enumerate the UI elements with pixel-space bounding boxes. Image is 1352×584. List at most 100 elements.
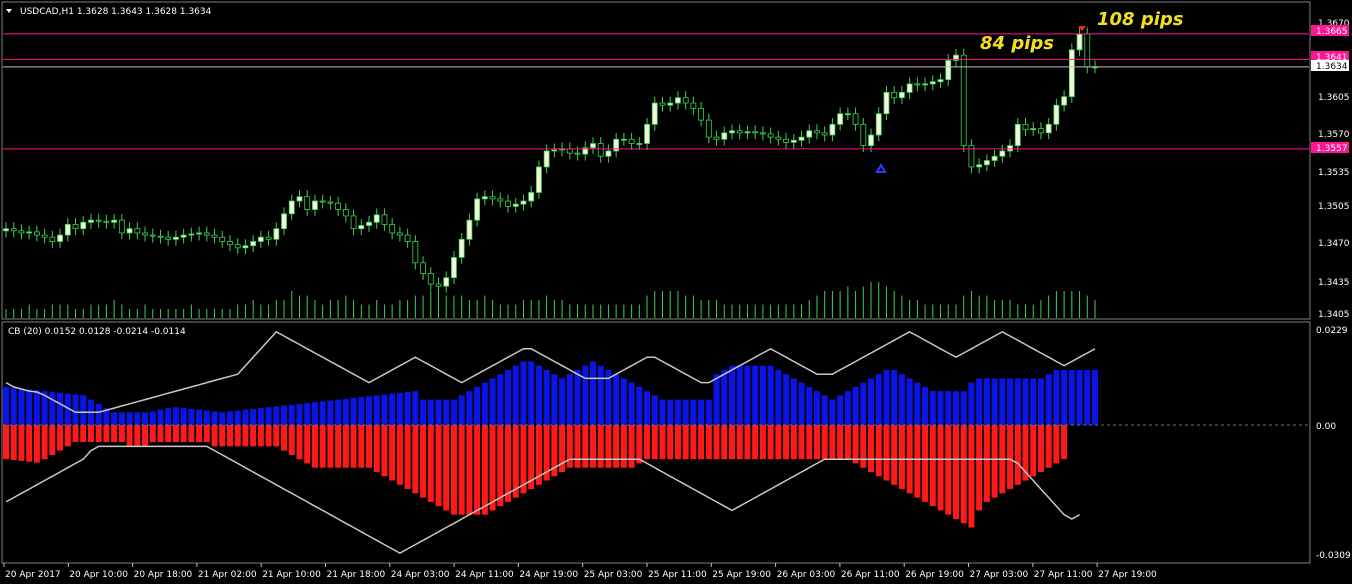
candle-body <box>234 244 241 249</box>
upper-hist-bar <box>659 399 666 425</box>
upper-hist-bar <box>304 402 311 425</box>
candle-body <box>922 83 928 86</box>
lower-hist-bar <box>674 425 681 460</box>
lower-hist-bar <box>806 425 813 460</box>
upper-hist-bar <box>3 386 9 425</box>
candle-body <box>489 196 496 200</box>
candle-body <box>899 92 905 99</box>
price-tick: 1.3605 <box>1318 93 1350 103</box>
upper-hist-bar <box>118 412 125 425</box>
candle-body <box>80 221 87 230</box>
upper-hist-bar <box>682 399 689 425</box>
candle-body <box>250 241 257 247</box>
upper-hist-bar <box>922 386 929 425</box>
indicator-panel-title: CB (20) 0.0152 0.0128 -0.0214 -0.0114 <box>8 327 186 337</box>
upper-hist-bar <box>759 365 766 425</box>
upper-hist-bar <box>373 395 380 425</box>
time-tick-label: 24 Apr 19:00 <box>519 570 578 580</box>
lower-hist-bar <box>3 425 9 460</box>
upper-hist-bar <box>489 378 496 425</box>
lower-hist-bar <box>837 425 844 460</box>
indicator-tick: 0.00 <box>1316 422 1336 432</box>
lower-hist-bar <box>350 425 357 468</box>
lower-hist-bar <box>288 425 295 455</box>
upper-hist-bar <box>991 378 998 425</box>
lower-hist-bar <box>721 425 728 460</box>
candle-body <box>474 198 481 221</box>
upper-hist-bar <box>937 391 944 425</box>
lower-hist-bar <box>651 425 658 460</box>
upper-hist-bar <box>983 378 990 425</box>
candle-body <box>744 131 751 134</box>
lower-hist-bar <box>829 425 836 460</box>
lower-hist-bar <box>203 425 210 443</box>
candle-body <box>1068 49 1075 98</box>
collapse-arrow-icon[interactable] <box>6 9 12 13</box>
lower-hist-bar <box>10 425 17 461</box>
candle-body <box>1084 33 1091 68</box>
upper-hist-bar <box>1014 378 1021 425</box>
lower-hist-bar <box>891 425 898 485</box>
upper-hist-bar <box>281 405 288 425</box>
lower-hist-bar <box>180 425 187 443</box>
lower-hist-bar <box>281 425 288 451</box>
candle-body <box>736 130 743 134</box>
lower-hist-bar <box>304 425 311 464</box>
lower-hist-bar <box>505 425 512 502</box>
upper-hist-bar <box>860 382 867 425</box>
lower-hist-bar <box>682 425 689 460</box>
lower-hist-bar <box>976 425 983 511</box>
candle-body <box>188 233 195 236</box>
upper-hist-bar <box>196 409 203 425</box>
lower-hist-bar <box>574 425 581 468</box>
indicator-tick: -0.0309 <box>1316 551 1351 561</box>
candle-body <box>505 200 511 207</box>
lower-hist-bar <box>952 425 959 519</box>
candle-body <box>95 219 102 222</box>
lower-hist-bar <box>868 425 875 472</box>
candle-body <box>273 228 280 240</box>
candle-body <box>852 113 859 125</box>
lower-hist-bar <box>497 425 504 507</box>
upper-hist-bar <box>736 365 743 425</box>
candle-body <box>404 234 411 242</box>
time-tick-label: 27 Apr 03:00 <box>970 570 1029 580</box>
upper-hist-bar <box>420 399 427 425</box>
candle-body <box>698 107 705 121</box>
candle-body <box>775 136 782 140</box>
candle-body <box>868 134 874 147</box>
price-tick: 1.3505 <box>1318 202 1350 212</box>
lower-hist-bar <box>628 425 635 468</box>
candle-body <box>3 228 9 232</box>
lower-hist-bar <box>257 425 264 447</box>
candle-body <box>783 138 789 143</box>
candle-body <box>690 102 697 109</box>
candle-body <box>265 236 272 240</box>
lower-hist-bar <box>427 425 434 502</box>
candle-body <box>296 196 303 202</box>
upper-hist-bar <box>404 391 411 425</box>
upper-hist-bar <box>26 389 33 425</box>
lower-hist-bar <box>265 425 272 447</box>
upper-hist-bar <box>234 410 241 425</box>
lower-hist-bar <box>597 425 604 468</box>
upper-hist-bar <box>999 378 1006 425</box>
levels-layer <box>3 33 1309 150</box>
upper-hist-bar <box>18 388 25 425</box>
upper-hist-bar <box>914 382 921 425</box>
lower-hist-bar <box>875 425 882 477</box>
lower-hist-bar <box>821 425 828 460</box>
candle-body <box>536 166 542 193</box>
candle-body <box>512 203 519 207</box>
candle-body <box>18 230 25 234</box>
candle-body <box>142 232 148 236</box>
candle-body <box>319 200 326 203</box>
upper-hist-bar <box>72 394 79 425</box>
upper-hist-bar <box>1045 374 1052 425</box>
candle-body <box>651 102 658 125</box>
annotation-108-pips: 108 pips <box>1097 9 1184 30</box>
candle-body <box>57 234 63 242</box>
candle-body <box>1061 96 1068 106</box>
upper-hist-bar <box>1092 369 1098 425</box>
lower-hist-bar <box>188 425 195 443</box>
